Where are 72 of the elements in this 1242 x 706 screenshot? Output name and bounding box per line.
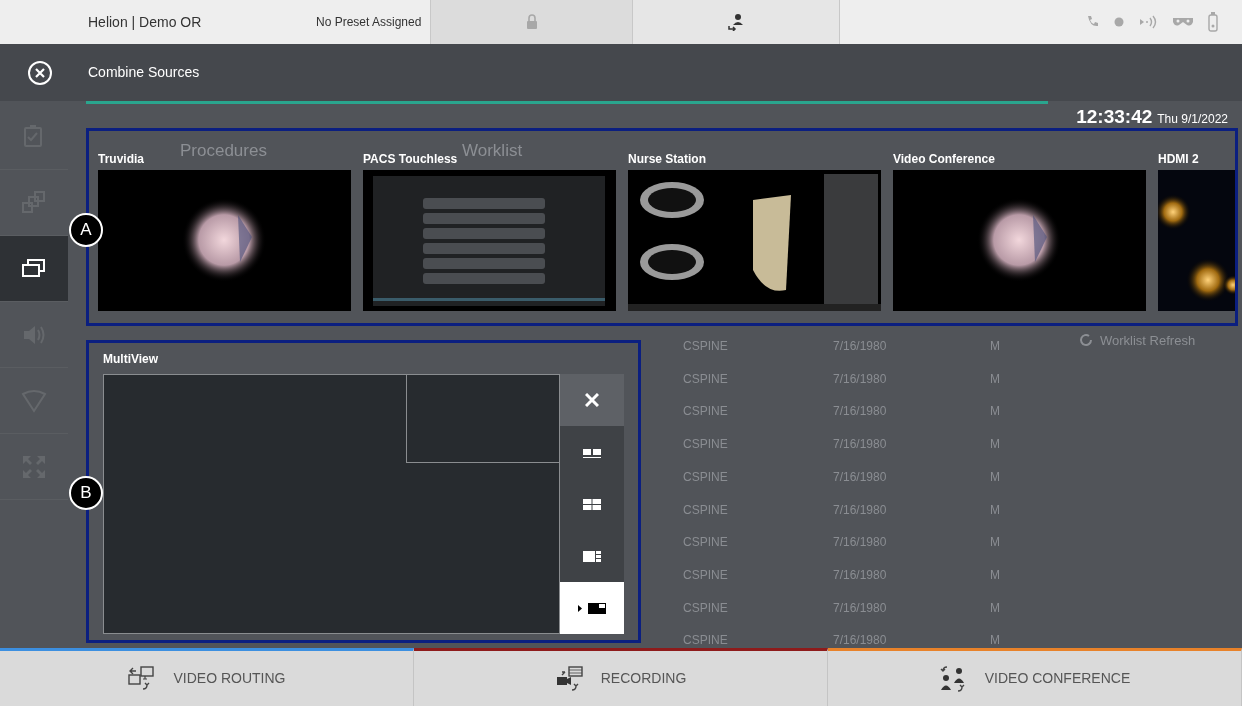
- table-cell-text: 7/16/1980: [833, 566, 887, 584]
- table-cell-text: CSPINE: [683, 370, 728, 388]
- monitor-arrows-icon: [127, 664, 156, 693]
- two-panes-icon: [582, 446, 601, 458]
- panel-title: MultiView: [103, 351, 160, 368]
- table-cell-text: CSPINE: [683, 468, 728, 486]
- table-cell-text: M: [990, 632, 1000, 650]
- table-cell-text: 7/16/1980: [833, 599, 887, 617]
- clock-time: 12:33:42: [1076, 106, 1153, 128]
- broadcast-icon[interactable]: [1138, 15, 1158, 29]
- camera-film-icon: [554, 664, 583, 693]
- lock-icon: [525, 14, 538, 30]
- two-people-icon: [938, 664, 967, 693]
- table-cell-text: 7/16/1980: [833, 403, 887, 421]
- callout-label: A: [69, 213, 103, 247]
- location-label: Helion | Demo OR: [88, 12, 203, 32]
- table-cell-text: CSPINE: [683, 338, 728, 355]
- source-label: Video Conference: [893, 152, 995, 166]
- preset-label: No Preset Assigned: [316, 14, 423, 31]
- person-transfer-icon: [727, 13, 745, 31]
- nav-tab[interactable]: VIDEO ROUTING: [0, 648, 414, 706]
- source-label: Nurse Station: [628, 152, 706, 166]
- column-heading: Procedures: [180, 140, 267, 162]
- table-cell-text: 7/16/1980: [833, 632, 887, 650]
- close-icon: [35, 67, 45, 78]
- source-label: HDMI 2: [1158, 152, 1199, 166]
- layout-button[interactable]: [559, 426, 624, 478]
- table-cell-text: M: [990, 501, 1000, 519]
- battery-icon[interactable]: [1208, 12, 1218, 32]
- table-cell-text: CSPINE: [683, 403, 728, 421]
- record-dot-icon[interactable]: [1114, 17, 1124, 27]
- table-cell-text: 7/16/1980: [833, 468, 887, 486]
- table-cell-text: M: [990, 599, 1000, 617]
- caret-icon: [577, 604, 582, 612]
- layout-button[interactable]: [559, 582, 624, 634]
- source-label: Truvidia: [98, 152, 144, 166]
- clock-date: Thu 9/1/2022: [1157, 111, 1228, 128]
- table-cell-text: CSPINE: [683, 599, 728, 617]
- layout-button[interactable]: [559, 530, 624, 582]
- glasses-icon[interactable]: [1172, 16, 1194, 28]
- source-label: PACS Touchless: [363, 152, 458, 166]
- table-cell-text: CSPINE: [683, 436, 728, 454]
- table-cell-text: M: [990, 403, 1000, 421]
- table-cell-text: CSPINE: [683, 566, 728, 584]
- table-cell-text: CSPINE: [683, 501, 728, 519]
- nav-tab[interactable]: RECORDING: [414, 648, 828, 706]
- table-cell-text: M: [990, 338, 1000, 355]
- table-cell-text: 7/16/1980: [833, 534, 887, 552]
- table-cell-text: M: [990, 534, 1000, 552]
- table-cell-text: M: [990, 468, 1000, 486]
- table-cell-text: 7/16/1980: [833, 436, 887, 454]
- main-and-side-panes-icon: [582, 550, 601, 562]
- close-button[interactable]: [28, 60, 52, 85]
- table-cell-text: CSPINE: [683, 632, 728, 650]
- table-cell-text: 7/16/1980: [833, 338, 887, 355]
- table-cell-text: CSPINE: [683, 534, 728, 552]
- nav-tab[interactable]: VIDEO CONFERENCE: [828, 648, 1242, 706]
- phone-icon[interactable]: [1086, 15, 1100, 29]
- dialog-title: Combine Sources: [88, 63, 200, 82]
- refresh-icon: [1078, 332, 1094, 348]
- table-cell-text: M: [990, 566, 1000, 584]
- callout-label: B: [69, 476, 103, 510]
- close-icon: [584, 393, 599, 407]
- grid-icon: [582, 498, 601, 510]
- table-cell-text: 7/16/1980: [833, 370, 887, 388]
- table-cell-text: M: [990, 436, 1000, 454]
- refresh-label: Worklist Refresh: [1100, 332, 1196, 350]
- picture-in-picture-icon: [587, 602, 606, 614]
- table-cell-text: 7/16/1980: [833, 501, 887, 519]
- sidebar-item[interactable]: [0, 236, 68, 302]
- table-cell-text: M: [990, 370, 1000, 388]
- column-heading: Worklist: [462, 140, 523, 162]
